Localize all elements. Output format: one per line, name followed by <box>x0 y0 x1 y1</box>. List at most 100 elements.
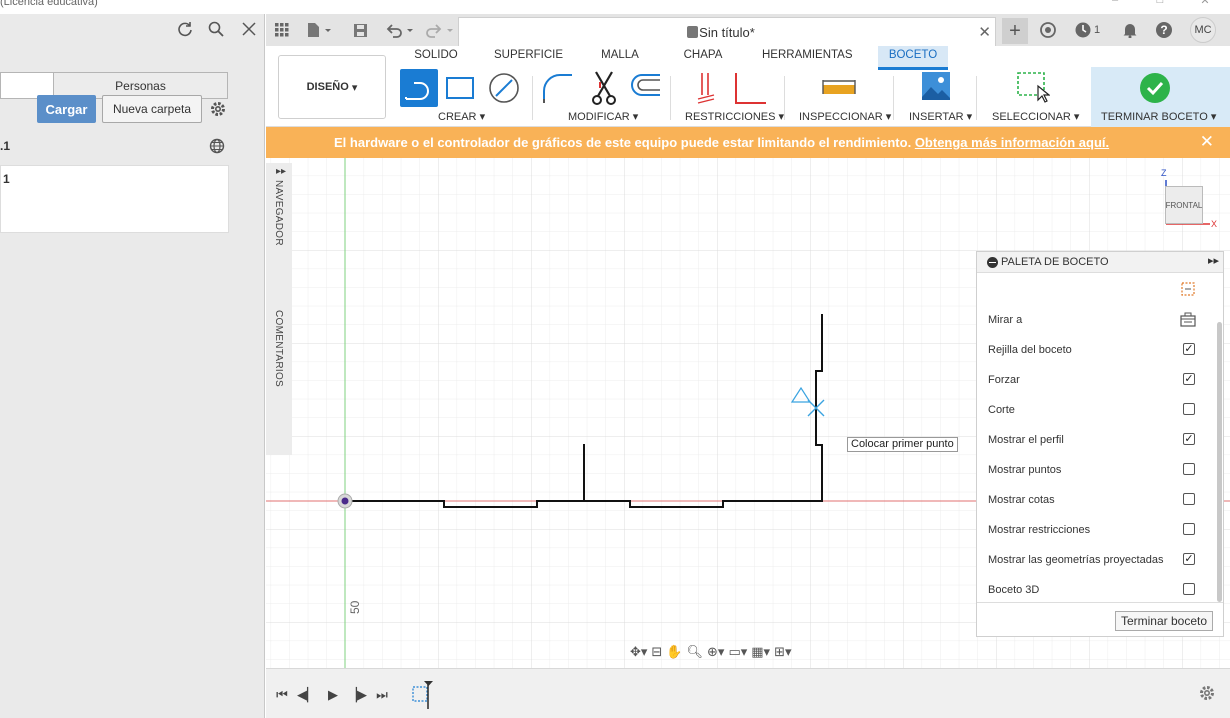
timeline-sketch-feature-icon[interactable] <box>411 679 441 711</box>
group-inspeccionar[interactable]: INSPECCIONAR ▾ <box>799 110 891 123</box>
timeline-settings-gear-icon[interactable] <box>1198 684 1218 704</box>
tab-boceto[interactable]: BOCETO <box>878 46 948 70</box>
grid-settings-icon[interactable]: ▦▾ <box>751 644 770 660</box>
group-insertar[interactable]: INSERTAR ▾ <box>909 110 972 123</box>
group-modificar-label: MODIFICAR <box>568 111 630 123</box>
rectangle-tool-icon[interactable] <box>444 73 476 103</box>
trim-scissors-icon[interactable] <box>588 70 620 106</box>
checkbox-slice[interactable] <box>1183 403 1195 415</box>
notifications-bell-icon[interactable] <box>1118 18 1142 42</box>
palette-row-perfil[interactable]: Mostrar el perfil ✓ <box>977 427 1212 457</box>
offset-tool-icon[interactable] <box>628 71 662 105</box>
palette-row-corte[interactable]: Corte <box>977 397 1212 427</box>
group-restricciones[interactable]: RESTRICCIONES ▾ <box>685 110 784 123</box>
select-window-icon[interactable] <box>1016 70 1051 104</box>
perpendicular-constraint-icon[interactable] <box>732 71 768 105</box>
maximize-icon[interactable]: □ <box>1150 0 1170 6</box>
palette-row-forzar[interactable]: Forzar ✓ <box>977 367 1212 397</box>
help-icon[interactable]: ? <box>1152 18 1176 42</box>
close-window-icon[interactable]: ✕ <box>1195 0 1215 7</box>
pan-hand-icon[interactable]: ✋ <box>666 644 682 660</box>
look-at-view-icon[interactable]: ⊟ <box>651 644 662 660</box>
save-icon[interactable] <box>348 18 372 42</box>
fillet-tool-icon[interactable] <box>540 71 576 105</box>
tab-solido[interactable]: SOLIDO <box>412 49 460 69</box>
redo-icon[interactable] <box>422 18 456 42</box>
separator <box>976 76 977 120</box>
checkbox-3d-sketch[interactable] <box>1183 583 1195 595</box>
settings-gear-icon[interactable] <box>207 98 229 120</box>
finish-sketch-check-icon[interactable] <box>1139 72 1171 104</box>
banner-link[interactable]: Obtenga más información aquí. <box>915 135 1109 150</box>
expand-navigator-icon[interactable]: ▸▸ <box>276 166 286 177</box>
finish-sketch-button[interactable]: Terminar boceto <box>1115 611 1213 631</box>
checkbox-snap[interactable]: ✓ <box>1183 373 1195 385</box>
group-seleccionar[interactable]: SELECCIONAR ▾ <box>992 110 1079 123</box>
apps-grid-icon[interactable] <box>270 18 294 42</box>
coincident-constraint-icon[interactable] <box>694 71 718 105</box>
globe-icon[interactable] <box>206 135 228 157</box>
tab-chapa[interactable]: CHAPA <box>683 49 723 69</box>
file-menu-icon[interactable] <box>304 18 334 42</box>
orbit-move-icon[interactable]: ✥▾ <box>630 644 647 660</box>
palette-row-puntos[interactable]: Mostrar puntos <box>977 457 1212 487</box>
palette-row-mirar[interactable]: Mirar a <box>977 307 1212 337</box>
job-status-icon[interactable]: 1 <box>1070 18 1104 42</box>
separator <box>893 76 894 120</box>
collapse-minus-icon[interactable] <box>987 257 998 268</box>
comments-label[interactable]: COMENTARIOS <box>273 310 284 387</box>
timeline-next-icon[interactable]: ▕▶ <box>347 685 367 705</box>
viewports-icon[interactable]: ⊞▾ <box>774 644 791 660</box>
option-label: Mirar a <box>988 314 1023 326</box>
close-tab-icon[interactable]: ✕ <box>978 23 991 41</box>
refresh-icon[interactable] <box>174 18 196 40</box>
palette-row-restricciones[interactable]: Mostrar restricciones <box>977 517 1212 547</box>
search-icon[interactable] <box>205 18 227 40</box>
close-panel-icon[interactable] <box>238 18 260 40</box>
group-crear[interactable]: CREAR ▾ <box>438 110 485 123</box>
view-cube[interactable]: FRONTAL <box>1165 186 1203 224</box>
timeline-last-icon[interactable]: ⏭ <box>372 685 392 705</box>
upload-button[interactable]: Cargar <box>37 95 96 123</box>
zoom-icon[interactable]: 🔍︎ <box>687 644 704 660</box>
palette-row-proyectadas[interactable]: Mostrar las geometrías proyectadas ✓ <box>977 547 1212 577</box>
checkbox-projected[interactable]: ✓ <box>1183 553 1195 565</box>
palette-row-cotas[interactable]: Mostrar cotas <box>977 487 1212 517</box>
navigator-label[interactable]: NAVEGADOR <box>273 180 284 246</box>
palette-expand-icon[interactable]: ▸▸ <box>1208 254 1219 267</box>
zoom-window-icon[interactable]: ⊕▾ <box>707 644 724 660</box>
project-item[interactable]: 1 <box>3 172 10 186</box>
minimize-icon[interactable]: – <box>1105 0 1125 6</box>
user-avatar[interactable]: MC <box>1190 17 1216 43</box>
tab-superficie[interactable]: SUPERFICIE <box>494 49 563 69</box>
circle-tool-icon[interactable] <box>487 71 521 105</box>
document-tab[interactable]: Sin título* ✕ <box>458 17 996 46</box>
new-tab-plus-icon[interactable]: + <box>1002 18 1028 44</box>
checkbox-constraints[interactable] <box>1183 523 1195 535</box>
palette-options-icon[interactable] <box>1180 281 1196 297</box>
checkbox-grid[interactable]: ✓ <box>1183 343 1195 355</box>
group-modificar[interactable]: MODIFICAR ▾ <box>568 110 638 123</box>
new-folder-button[interactable]: Nueva carpeta <box>102 95 202 123</box>
timeline-first-icon[interactable]: ⏮ <box>272 685 292 705</box>
workspace-switcher[interactable]: DISEÑO ▾ <box>278 55 386 119</box>
undo-icon[interactable] <box>382 18 416 42</box>
palette-scrollbar[interactable] <box>1217 322 1222 602</box>
banner-close-icon[interactable]: ✕ <box>1200 132 1214 152</box>
checkbox-profile[interactable]: ✓ <box>1183 433 1195 445</box>
display-settings-icon[interactable]: ▭▾ <box>728 644 747 660</box>
timeline-prev-icon[interactable]: ◀▏ <box>297 685 317 705</box>
extensions-icon[interactable] <box>1036 18 1060 42</box>
tab-herramientas[interactable]: HERRAMIENTAS <box>762 49 853 69</box>
measure-ruler-icon[interactable] <box>822 76 856 98</box>
palette-row-rejilla[interactable]: Rejilla del boceto ✓ <box>977 337 1212 367</box>
timeline-play-icon[interactable]: ▶ <box>323 685 343 705</box>
insert-image-icon[interactable] <box>921 71 951 101</box>
palette-header[interactable]: PALETA DE BOCETO ▸▸ <box>977 252 1223 273</box>
group-terminar-boceto[interactable]: TERMINAR BOCETO ▾ <box>1101 110 1216 123</box>
look-at-icon[interactable] <box>1180 312 1196 328</box>
checkbox-dimensions[interactable] <box>1183 493 1195 505</box>
line-tool-icon[interactable] <box>400 69 438 107</box>
checkbox-points[interactable] <box>1183 463 1195 475</box>
tab-malla[interactable]: MALLA <box>598 49 642 69</box>
